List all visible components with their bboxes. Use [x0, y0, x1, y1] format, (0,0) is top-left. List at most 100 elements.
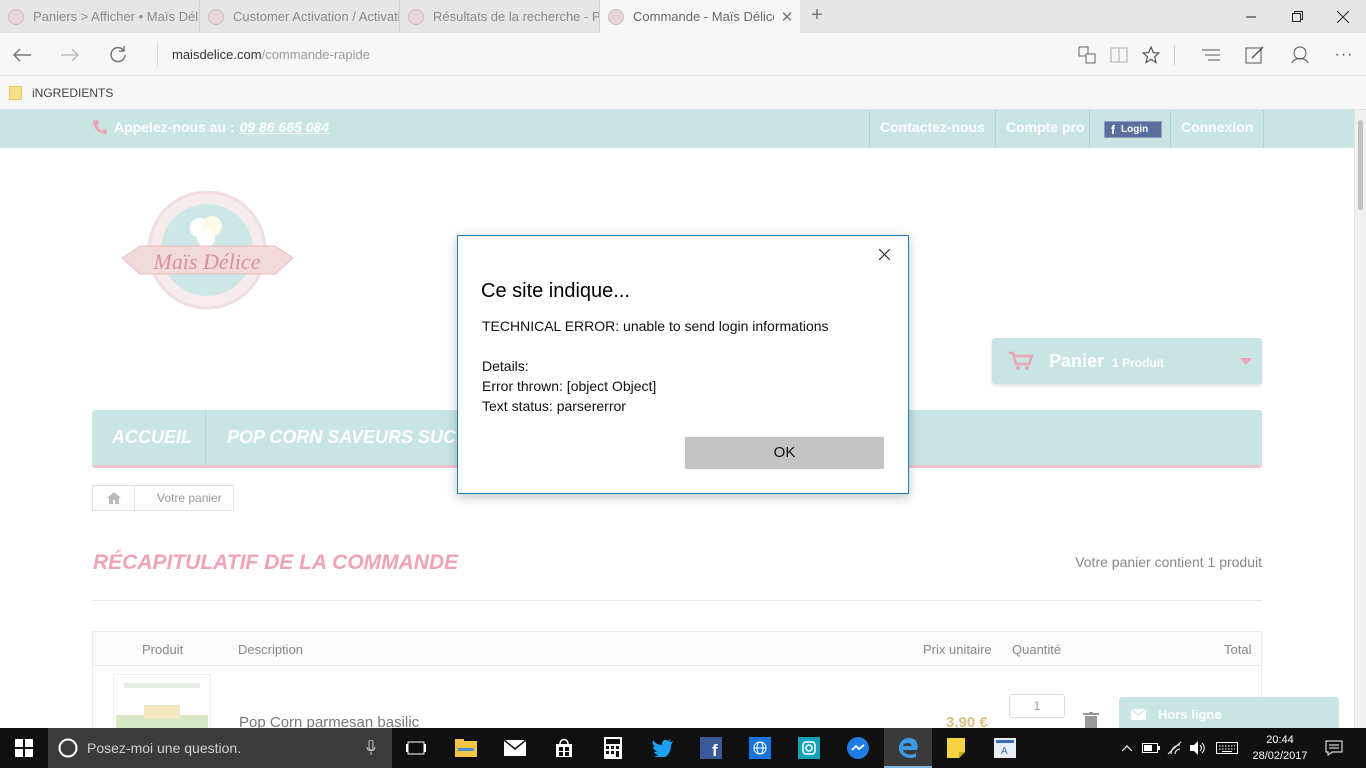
- instagram-button[interactable]: [785, 728, 833, 768]
- minimize-button[interactable]: [1228, 0, 1274, 33]
- action-center-button[interactable]: [1320, 728, 1348, 768]
- dialog-line-text-status: Text status: parsererror: [482, 398, 626, 414]
- start-button[interactable]: [0, 728, 48, 768]
- page-scrollbar[interactable]: [1354, 110, 1366, 728]
- calculator-button[interactable]: [589, 728, 637, 768]
- share-icon: [1291, 46, 1309, 63]
- battery-icon[interactable]: [1140, 728, 1162, 768]
- phone-label: Appelez-nous au :: [114, 119, 235, 135]
- header-produit: Produit: [142, 642, 184, 657]
- cortana-search-box[interactable]: Posez-moi une question.: [48, 728, 392, 768]
- restore-icon: [1291, 11, 1303, 22]
- home-icon[interactable]: [93, 486, 135, 510]
- store-button[interactable]: [540, 728, 588, 768]
- dialog-close-button[interactable]: [874, 244, 894, 264]
- favorites-bar: [0, 76, 1366, 110]
- chevron-up-icon: [1121, 745, 1133, 752]
- close-icon: [1337, 10, 1349, 23]
- web-app-button[interactable]: [736, 728, 784, 768]
- dialog-title: Ce site indique...: [481, 280, 630, 302]
- tab-commande[interactable]: Commande - Maïs Délice ✕: [600, 0, 800, 33]
- mail-button[interactable]: [491, 728, 539, 768]
- restore-button[interactable]: [1274, 0, 1320, 33]
- file-explorer-icon: [455, 739, 477, 757]
- tab-close-icon[interactable]: ✕: [774, 8, 800, 26]
- forward-button[interactable]: [50, 33, 90, 76]
- close-icon: [878, 248, 890, 260]
- messenger-icon: [847, 737, 869, 759]
- dialog-line-error-thrown: Error thrown: [object Object]: [482, 378, 657, 394]
- windows-logo-icon: [15, 739, 33, 757]
- menu-item-accueil[interactable]: ACCUEIL: [92, 410, 212, 465]
- task-view-button[interactable]: [392, 728, 440, 768]
- divider: [92, 600, 1262, 601]
- site-favicon-icon: [208, 8, 224, 25]
- store-icon: [556, 738, 572, 757]
- globe-icon: [749, 737, 771, 759]
- translate-button[interactable]: [1069, 33, 1105, 76]
- ok-button[interactable]: OK: [685, 437, 884, 469]
- edge-button[interactable]: [884, 728, 932, 768]
- tab-paniers[interactable]: Paniers > Afficher • Maïs Délice: [0, 0, 200, 33]
- tab-pinterest[interactable]: Résultats de la recherche - Pinterest: [400, 0, 600, 33]
- share-button[interactable]: [1282, 33, 1318, 76]
- facebook-login-button[interactable]: f Login: [1104, 121, 1162, 138]
- cart-summary-text: Votre panier contient 1 produit: [1075, 554, 1262, 570]
- web-note-icon: [1245, 45, 1264, 63]
- back-arrow-icon: [12, 47, 31, 62]
- cart-widget[interactable]: Panier 1 Produit: [992, 338, 1262, 384]
- tab-title: Customer Activation / Activation: [233, 9, 399, 24]
- calculator-icon: [604, 737, 622, 759]
- notifications-icon: [1325, 740, 1343, 756]
- site-favicon-icon: [408, 8, 424, 25]
- wifi-icon[interactable]: [1164, 728, 1186, 768]
- quantity-input[interactable]: 1: [1009, 694, 1065, 718]
- scrollbar-thumb[interactable]: [1358, 120, 1363, 210]
- reading-view-icon: [1110, 47, 1128, 62]
- connexion-link[interactable]: Connexion: [1170, 110, 1265, 148]
- app-button[interactable]: A: [981, 728, 1029, 768]
- header-total: Total: [1224, 642, 1252, 657]
- keyboard-icon[interactable]: [1213, 728, 1241, 768]
- tab-title: Commande - Maïs Délice: [633, 9, 774, 24]
- close-window-button[interactable]: [1320, 0, 1366, 33]
- file-explorer-button[interactable]: [442, 728, 490, 768]
- product-name-link[interactable]: Pop Corn parmesan basilic: [239, 714, 419, 728]
- product-thumbnail: [116, 683, 208, 728]
- chevron-down-icon: [1240, 358, 1252, 365]
- sticky-notes-button[interactable]: [932, 728, 980, 768]
- pro-account-link[interactable]: Compte pro: [995, 110, 1095, 148]
- messenger-button[interactable]: [834, 728, 882, 768]
- facebook-app-button[interactable]: f: [687, 728, 735, 768]
- url-field[interactable]: maisdelice.com/commande-rapide: [157, 42, 370, 67]
- twitter-button[interactable]: [638, 728, 686, 768]
- phone-number-link[interactable]: 09 86 665 084: [240, 119, 330, 135]
- tab-strip: Paniers > Afficher • Maïs Délice Custome…: [0, 0, 1366, 33]
- forward-arrow-icon: [61, 47, 80, 62]
- new-tab-button[interactable]: +: [806, 0, 828, 33]
- web-note-button[interactable]: [1237, 33, 1273, 76]
- facebook-icon: f: [1111, 122, 1115, 137]
- more-button[interactable]: ···: [1326, 33, 1362, 76]
- site-logo[interactable]: Maïs Délice: [120, 188, 295, 318]
- image-app-icon: A: [994, 738, 1016, 758]
- contact-link[interactable]: Contactez-nous: [869, 110, 995, 148]
- cart-table: Produit Description Prix unitaire Quanti…: [92, 631, 1262, 728]
- live-chat-widget[interactable]: Hors ligne: [1119, 697, 1339, 728]
- show-hidden-icons-button[interactable]: [1117, 728, 1137, 768]
- system-clock[interactable]: 20:44 28/02/2017: [1248, 732, 1312, 764]
- sticky-notes-icon: [947, 738, 965, 758]
- volume-icon[interactable]: [1187, 728, 1209, 768]
- cart-count: 1 Produit: [1112, 355, 1165, 370]
- dialog-line-details: Details:: [482, 358, 529, 374]
- reading-view-button[interactable]: [1101, 33, 1137, 76]
- tab-customer-activation[interactable]: Customer Activation / Activation: [200, 0, 400, 33]
- product-image[interactable]: [113, 674, 211, 728]
- favorite-folder-label[interactable]: iNGREDIENTS: [32, 86, 113, 100]
- back-button[interactable]: [2, 33, 42, 76]
- hub-button[interactable]: [1193, 33, 1229, 76]
- refresh-button[interactable]: [98, 33, 138, 76]
- favorite-button[interactable]: [1133, 33, 1169, 76]
- delete-product-button[interactable]: [1083, 712, 1099, 728]
- clock-date: 28/02/2017: [1252, 750, 1308, 762]
